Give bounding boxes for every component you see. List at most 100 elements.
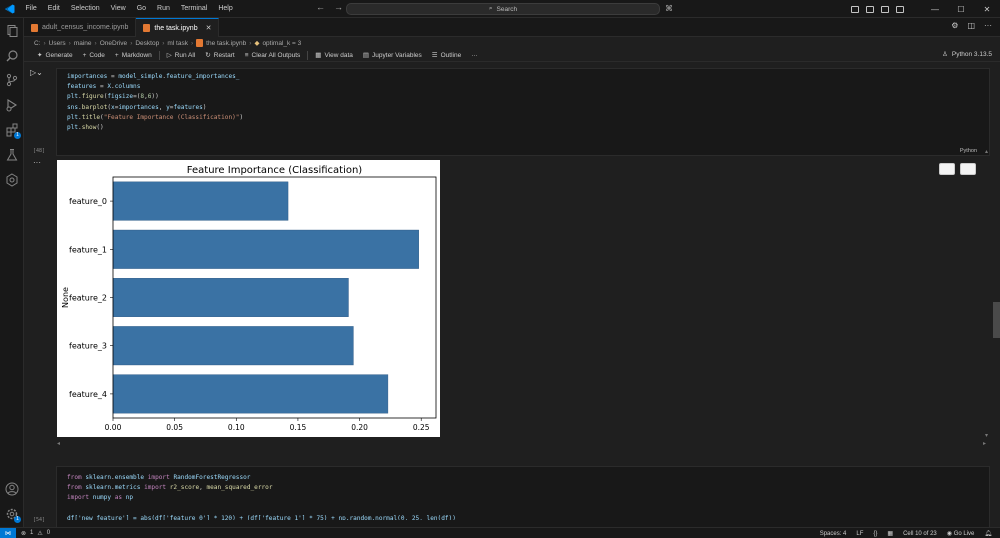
breadcrumb-item[interactable]: C: <box>34 40 41 47</box>
more-toolbar-button[interactable]: ··· <box>466 52 483 59</box>
scroll-left-icon[interactable]: ◂ <box>57 440 60 447</box>
plus-icon: + <box>82 51 87 59</box>
explorer-icon[interactable] <box>5 24 19 38</box>
testing-icon[interactable] <box>5 148 19 162</box>
menu-go[interactable]: Go <box>131 0 151 18</box>
breadcrumb-item[interactable]: the task.ipynb <box>206 40 246 47</box>
menu-terminal[interactable]: Terminal <box>175 0 212 18</box>
tab-label: adult_census_income.ipynb <box>42 24 129 31</box>
braces-icon[interactable]: {} <box>873 531 877 537</box>
clear-outputs-button[interactable]: ≡ Clear All Outputs <box>240 52 306 59</box>
x-tick-label: 0.05 <box>166 423 183 432</box>
cell-position-status[interactable]: Cell 10 of 23 <box>903 531 937 537</box>
breadcrumb-item[interactable]: optimal_k = 3 <box>262 40 301 47</box>
y-tick-label: feature_2 <box>69 294 107 303</box>
generate-button[interactable]: ✦ Generate <box>32 51 78 60</box>
breadcrumb-item[interactable]: maine <box>74 40 92 47</box>
scroll-up-icon[interactable]: ▴ <box>985 148 988 155</box>
tab-adult-census-income[interactable]: adult_census_income.ipynb <box>24 18 137 37</box>
search-activity-icon[interactable] <box>5 49 19 63</box>
code-line: from sklearn.ensemble import RandomFores… <box>67 474 251 481</box>
x-tick-label: 0.10 <box>228 423 245 432</box>
more-actions-icon[interactable]: ··· <box>984 21 992 30</box>
output-more-icon[interactable]: ··· <box>33 158 41 167</box>
search-box[interactable]: ⌕ Search <box>346 3 660 15</box>
toggle-secondary-sidebar-icon[interactable] <box>881 5 889 13</box>
outline-button[interactable]: ☰ Outline <box>427 51 466 60</box>
copilot-icon[interactable]: ⌘ <box>665 4 673 13</box>
indentation-status[interactable]: Spaces: 4 <box>820 531 847 537</box>
code-cell-editor[interactable]: importances = model_simple.feature_impor… <box>56 68 990 156</box>
settings-icon[interactable]: ⚙ <box>951 21 958 30</box>
breadcrumb-item[interactable]: Desktop <box>135 40 159 47</box>
notebook-file-icon <box>143 24 151 32</box>
run-debug-icon[interactable] <box>5 98 19 112</box>
remote-explorer-icon[interactable] <box>5 173 19 187</box>
bar-feature_4 <box>112 374 389 414</box>
split-editor-icon[interactable]: ◫ <box>967 21 975 30</box>
code-line: features = X.columns <box>67 83 141 91</box>
menu-edit[interactable]: Edit <box>42 0 65 18</box>
minimize-icon[interactable]: — <box>922 5 948 14</box>
notebook-file-icon <box>31 23 38 32</box>
manage-badge: 1 <box>14 516 21 523</box>
breadcrumb-item[interactable]: OneDrive <box>100 40 127 47</box>
vertical-scrollbar-thumb[interactable] <box>993 302 1000 338</box>
manage-gear-icon[interactable]: 1 <box>5 507 21 523</box>
save-output-icon[interactable] <box>960 163 976 175</box>
breadcrumb-item[interactable]: ml task <box>167 40 188 47</box>
eol-status[interactable]: LF <box>856 531 863 537</box>
chart-output: Feature Importance (Classification) featu… <box>57 160 440 437</box>
menu-run[interactable]: Run <box>152 0 176 18</box>
maximize-icon[interactable]: ☐ <box>948 5 974 14</box>
extensions-icon[interactable]: 1 <box>5 123 21 139</box>
cell-language-label[interactable]: Python <box>960 148 977 154</box>
menu-view[interactable]: View <box>105 0 131 18</box>
python-icon: ◆ <box>254 40 260 47</box>
view-data-button[interactable]: ▦ View data <box>310 51 358 60</box>
back-arrow-icon[interactable]: ← <box>316 2 325 12</box>
kernel-icon: ♙ <box>942 51 948 58</box>
notebook-file-icon <box>196 39 204 47</box>
table-icon: ▦ <box>315 52 322 59</box>
kernel-picker[interactable]: ♙ Python 3.13.5 <box>942 50 992 59</box>
notebook-icon[interactable]: ▦ <box>887 530 893 537</box>
restart-button[interactable]: ↻ Restart <box>200 51 239 60</box>
code-line: plt.figure(figsize=(8,6)) <box>67 93 159 101</box>
outline-icon: ☰ <box>431 52 438 59</box>
add-markdown-button[interactable]: + Markdown <box>110 52 157 59</box>
breadcrumb-item[interactable]: Users <box>49 40 66 47</box>
menu-file[interactable]: File <box>20 0 42 18</box>
menu-selection[interactable]: Selection <box>65 0 105 18</box>
code-line: df['new_feature'] = abs(df['feature_0'] … <box>67 514 456 520</box>
y-tick-label: feature_1 <box>69 245 107 254</box>
forward-arrow-icon[interactable]: → <box>334 2 343 12</box>
remote-icon[interactable]: ⋈ <box>0 527 16 538</box>
problems-indicator[interactable]: ⊗ 1 ⚠ 0 <box>21 530 50 537</box>
toggle-primary-sidebar-icon[interactable] <box>851 5 859 13</box>
add-code-button[interactable]: + Code <box>78 52 110 59</box>
tab-close-icon[interactable]: ✕ <box>206 24 212 32</box>
execution-count: [54] <box>33 517 46 523</box>
code-cell-editor[interactable]: from sklearn.ensemble import RandomFores… <box>56 466 990 527</box>
customize-layout-icon[interactable] <box>896 5 904 13</box>
go-live-button[interactable]: ◉ Go Live <box>947 530 975 537</box>
y-tick-label: feature_4 <box>69 390 107 399</box>
code-block: importances = model_simple.feature_impor… <box>57 69 989 133</box>
copy-output-icon[interactable] <box>939 163 955 175</box>
search-icon: ⌕ <box>488 5 493 12</box>
variables-icon: ▤ <box>362 52 370 59</box>
run-all-button[interactable]: ▷ Run All <box>162 51 201 60</box>
run-cell-button[interactable]: ▷⌄ <box>30 68 43 77</box>
menu-help[interactable]: Help <box>213 0 238 18</box>
scroll-right-icon[interactable]: ▸ <box>983 440 986 447</box>
close-icon[interactable]: ✕ <box>974 5 1000 14</box>
x-tick-label: 0.00 <box>105 423 122 432</box>
jupyter-variables-button[interactable]: ▤ Jupyter Variables <box>358 51 427 60</box>
account-icon[interactable] <box>5 482 19 496</box>
toggle-panel-icon[interactable] <box>866 5 874 13</box>
tab-the-task[interactable]: the task.ipynb ✕ <box>136 18 220 37</box>
notifications-bell-icon[interactable]: 🔔︎ <box>984 530 992 537</box>
scroll-down-icon[interactable]: ▾ <box>985 432 988 439</box>
source-control-icon[interactable] <box>5 73 19 87</box>
